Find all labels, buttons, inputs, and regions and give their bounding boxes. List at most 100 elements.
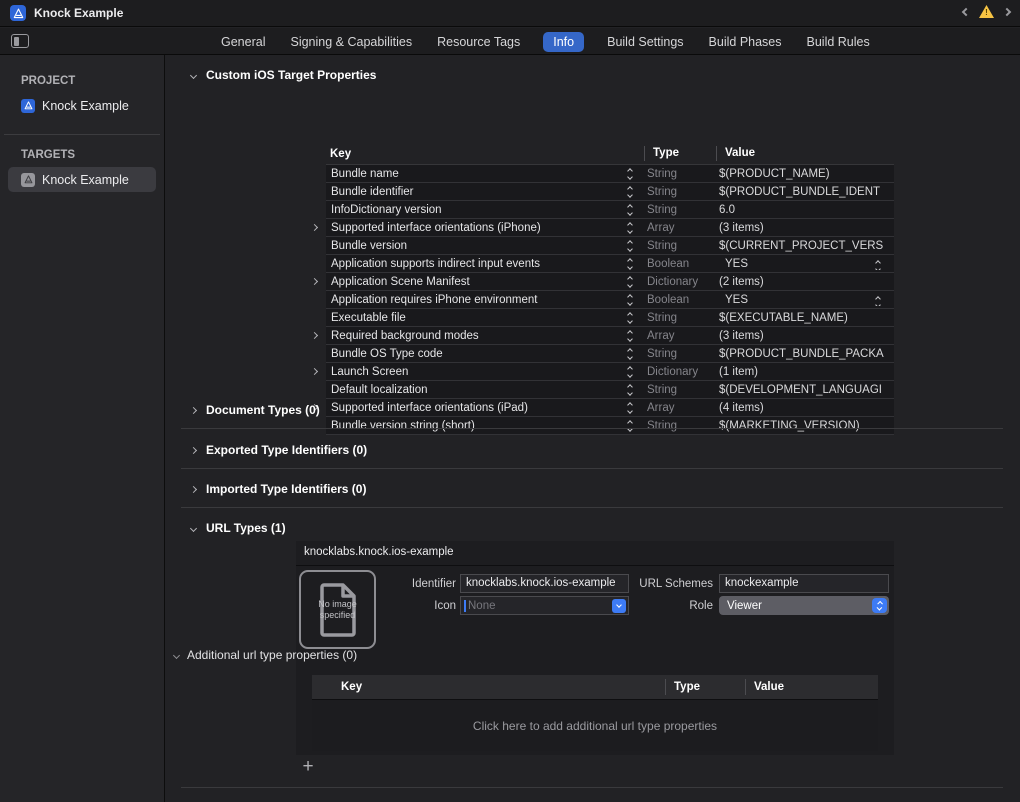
row-type[interactable]: Dictionary [639,366,711,378]
table-row[interactable]: Default localization String $(DEVELOPMEN… [326,381,894,399]
stepper-icon[interactable] [621,223,639,233]
stepper-icon[interactable] [621,313,639,323]
row-value[interactable]: 6.0 [711,204,894,216]
stepper-icon[interactable] [621,385,639,395]
stepper-icon[interactable] [621,205,639,215]
table-row[interactable]: Bundle name String $(PRODUCT_NAME) [326,165,894,183]
table-row[interactable]: Supported interface orientations (iPad) … [326,399,894,417]
row-value-boolean[interactable]: YES [711,258,894,270]
stepper-icon[interactable] [621,349,639,359]
table-row[interactable]: Launch Screen Dictionary (1 item) [326,363,894,381]
table-row[interactable]: InfoDictionary version String 6.0 [326,201,894,219]
row-type[interactable]: String [639,186,711,198]
chevron-right-icon[interactable] [190,446,197,453]
tab-resource-tags[interactable]: Resource Tags [435,32,522,52]
table-row[interactable]: Application supports indirect input even… [326,255,894,273]
row-value[interactable]: (4 items) [711,402,894,414]
section-document-types[interactable]: Document Types (0) [191,403,320,417]
chevron-right-icon[interactable] [304,333,324,338]
chevron-right-icon[interactable] [190,485,197,492]
icon-combobox[interactable]: None [460,596,629,615]
row-value[interactable]: $(PRODUCT_NAME) [711,168,894,180]
stepper-icon[interactable] [876,297,880,306]
table-row[interactable]: Bundle version String $(CURRENT_PROJECT_… [326,237,894,255]
stepper-icon[interactable] [621,277,639,287]
row-type[interactable]: String [639,384,711,396]
tab-build-settings[interactable]: Build Settings [605,32,685,52]
row-value[interactable]: $(PRODUCT_BUNDLE_IDENT [711,186,894,198]
combobox-arrow-icon[interactable] [612,599,626,613]
url-schemes-field[interactable]: knockexample [719,574,889,593]
tab-general[interactable]: General [219,32,267,52]
stepper-icon[interactable] [621,421,639,431]
row-value[interactable]: $(CURRENT_PROJECT_VERS [711,240,894,252]
table-row[interactable]: Executable file String $(EXECUTABLE_NAME… [326,309,894,327]
chevron-down-icon[interactable] [190,71,197,78]
row-value[interactable]: $(PRODUCT_BUNDLE_PACKA [711,348,894,360]
add-url-type-button[interactable]: + [299,758,317,776]
tab-info[interactable]: Info [543,32,584,52]
section-exported-type-identifiers[interactable]: Exported Type Identifiers (0) [191,443,367,457]
stepper-icon[interactable] [621,331,639,341]
row-value-boolean[interactable]: YES [711,294,894,306]
stepper-icon[interactable] [876,261,880,270]
row-value[interactable]: (1 item) [711,366,894,378]
tab-build-phases[interactable]: Build Phases [707,32,784,52]
section-imported-type-identifiers[interactable]: Imported Type Identifiers (0) [191,482,366,496]
identifier-field[interactable]: knocklabs.knock.ios-example [460,574,629,593]
warning-icon[interactable]: ! [979,5,994,18]
role-popup-button[interactable]: Viewer [719,596,889,615]
table-row[interactable]: Bundle identifier String $(PRODUCT_BUNDL… [326,183,894,201]
stepper-icon[interactable] [621,367,639,377]
row-type[interactable]: Array [639,222,711,234]
chevron-right-icon[interactable] [304,279,324,284]
table-row[interactable]: Supported interface orientations (iPhone… [326,219,894,237]
chevron-right-icon[interactable] [190,406,197,413]
target-tab-bar: General Signing & Capabilities Resource … [219,28,872,55]
sidebar-toggle-icon[interactable] [11,34,29,48]
section-url-types[interactable]: URL Types (1) [191,521,286,535]
section-custom-ios-target-properties[interactable]: Custom iOS Target Properties [191,68,376,82]
back-icon[interactable] [962,7,970,15]
stepper-icon[interactable] [621,187,639,197]
stepper-icon[interactable] [621,403,639,413]
table-row[interactable]: Bundle version string (short) String $(M… [326,417,894,435]
row-type[interactable]: Array [639,330,711,342]
stepper-icon[interactable] [621,241,639,251]
chevron-right-icon[interactable] [304,225,324,230]
row-type[interactable]: Dictionary [639,276,711,288]
chevron-down-icon[interactable] [190,524,197,531]
add-property-hint-area[interactable]: Click here to add additional url type pr… [312,699,878,751]
tab-build-rules[interactable]: Build Rules [805,32,872,52]
table-row[interactable]: Bundle OS Type code String $(PRODUCT_BUN… [326,345,894,363]
chevron-down-icon[interactable] [173,651,180,658]
row-type[interactable]: String [639,240,711,252]
row-type[interactable]: String [639,204,711,216]
stepper-icon[interactable] [621,259,639,269]
tab-signing-capabilities[interactable]: Signing & Capabilities [288,32,414,52]
sidebar-item-target[interactable]: Knock Example [8,167,156,192]
row-value[interactable]: (3 items) [711,222,894,234]
chevron-right-icon[interactable] [304,369,324,374]
table-row[interactable]: Application Scene Manifest Dictionary (2… [326,273,894,291]
stepper-icon[interactable] [621,295,639,305]
row-value[interactable]: $(EXECUTABLE_NAME) [711,312,894,324]
additional-properties-header[interactable]: Additional url type properties (0) [174,648,357,662]
section-title: Custom iOS Target Properties [206,68,376,82]
row-value[interactable]: $(DEVELOPMENT_LANGUAGI [711,384,894,396]
row-type[interactable]: Boolean [639,294,711,306]
row-value[interactable]: (2 items) [711,276,894,288]
row-value[interactable]: $(MARKETING_VERSION) [711,420,894,432]
row-type[interactable]: String [639,168,711,180]
row-type[interactable]: String [639,312,711,324]
row-type[interactable]: Array [639,402,711,414]
table-row[interactable]: Application requires iPhone environment … [326,291,894,309]
row-type[interactable]: String [639,420,711,432]
sidebar-item-project[interactable]: Knock Example [8,93,156,118]
row-value[interactable]: (3 items) [711,330,894,342]
row-type[interactable]: String [639,348,711,360]
table-row[interactable]: Required background modes Array (3 items… [326,327,894,345]
row-type[interactable]: Boolean [639,258,711,270]
stepper-icon[interactable] [621,169,639,179]
forward-icon[interactable] [1003,7,1011,15]
